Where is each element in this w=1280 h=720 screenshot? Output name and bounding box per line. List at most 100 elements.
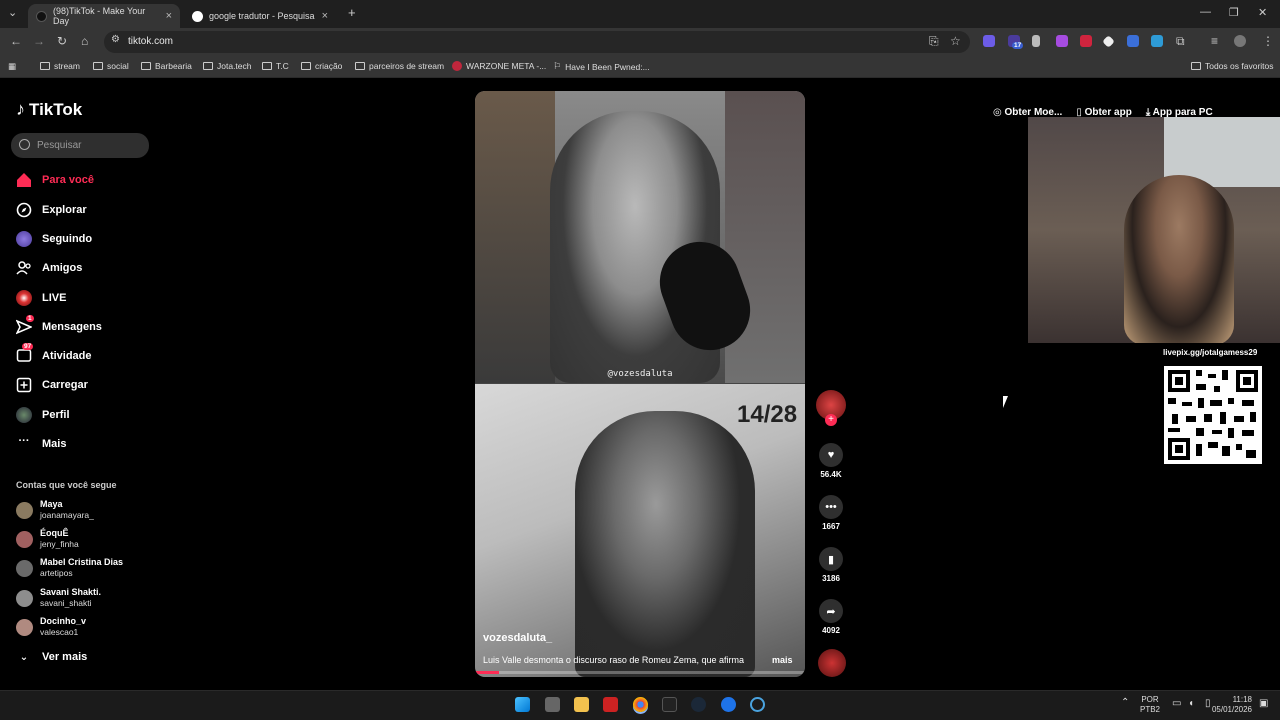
tiktok-logo[interactable]: ♪ TikTok [16,99,82,120]
author-avatar-button[interactable]: + [816,390,846,426]
minimize-icon[interactable]: — [1200,6,1211,18]
video-author[interactable]: vozesdaluta_ [483,632,552,644]
network-icon[interactable]: ▭ [1172,699,1181,709]
see-more-button[interactable]: ⌄ Ver mais [16,647,87,667]
reload-icon[interactable]: ↻ [57,34,67,48]
translate-extension-icon[interactable] [1127,35,1139,47]
share-button[interactable]: ➦ 4092 [818,599,844,635]
extension-icon[interactable] [1080,35,1092,47]
pc-app-button[interactable]: ⤓ App para PC [1146,107,1213,118]
nav-amigos[interactable]: Amigos [16,258,82,278]
close-tab-icon[interactable]: × [166,10,172,22]
chrome-icon[interactable] [633,697,648,712]
bookmark-star-icon[interactable]: ☆ [950,34,961,48]
get-coins-button[interactable]: ◎ Obter Moe... [993,107,1062,118]
apps-grid-icon[interactable]: ▦ [8,61,16,72]
site-info-icon[interactable]: ⚙ [111,34,120,45]
profile-avatar-icon[interactable] [1234,35,1246,47]
install-app-icon[interactable]: ⎘ [929,34,939,49]
friends-icon [16,260,32,276]
nav-mensagens[interactable]: 1 Mensagens [15,315,102,337]
extension-icon[interactable] [1151,35,1163,47]
tab-tiktok[interactable]: (98)TikTok - Make Your Day × [28,4,180,28]
nav-perfil[interactable]: Perfil [16,405,70,425]
nav-para-voce[interactable]: Para você [16,170,94,190]
nav-seguindo[interactable]: Seguindo [16,229,92,249]
start-button-icon[interactable] [515,697,530,712]
bookmark-folder[interactable]: T.C [262,61,289,71]
nav-atividade[interactable]: 97 Atividade [16,343,92,366]
reading-list-icon[interactable]: ≡ [1211,34,1218,48]
avatar [16,530,33,548]
folder-icon [1191,62,1201,70]
get-app-button[interactable]: ▯ Obter app [1076,107,1132,118]
bookmark-folder[interactable]: parceiros de stream [355,61,444,71]
background-person [475,91,555,383]
nav-carregar[interactable]: Carregar [16,375,88,395]
following-account[interactable]: Docinho_v valescao1 [16,614,86,640]
following-account[interactable]: ÉoquÊ jeny_finha [16,526,79,552]
comment-button[interactable]: ••• 1667 [818,495,844,531]
folder-icon [93,62,103,70]
more-link[interactable]: mais [772,655,793,665]
file-explorer-icon[interactable] [574,697,589,712]
bookmark-folder[interactable]: Barbearia [141,61,192,71]
menu-kebab-icon[interactable]: ⋮ [1262,34,1274,48]
steam-icon[interactable] [691,697,706,712]
following-account[interactable]: Maya joanamayara_ [16,497,94,523]
extensions-puzzle-icon[interactable]: ⧉ [1176,34,1185,49]
messages-badge: 1 [26,315,34,322]
app-icon[interactable] [603,697,618,712]
notifications-icon[interactable]: ▣ [1259,699,1268,709]
video-progress-track[interactable] [475,671,805,674]
speaker-figure [575,411,755,677]
home-icon [16,172,32,188]
tab-search-icon[interactable]: ⌄ [8,6,17,19]
hibp-icon: ⚐ [553,61,562,71]
sound-disc[interactable] [818,649,846,677]
nav-live[interactable]: LIVE [16,288,66,308]
close-tab-icon[interactable]: × [322,10,328,22]
more-icon: ··· [18,435,30,447]
bookmark-folder[interactable]: Jota.tech [203,61,252,71]
bookmark-folder[interactable]: stream [40,61,80,71]
bookmark-icon: ▮ [819,547,843,571]
battlenet-icon[interactable] [721,697,736,712]
back-icon[interactable]: ← [10,34,22,48]
save-button[interactable]: ▮ 3186 [818,547,844,583]
following-account[interactable]: Savani Shakti. savani_shakti [16,585,101,611]
avatar [16,589,33,607]
folder-icon [203,62,213,70]
follow-plus-icon[interactable]: + [825,414,837,426]
bookmark-link[interactable]: WARZONE META -... [452,61,546,71]
clock[interactable]: 11:18 05/01/2026 [1208,695,1252,715]
epic-games-icon[interactable] [662,697,677,712]
task-view-icon[interactable] [545,697,560,712]
bookmark-folder[interactable]: social [93,61,129,71]
restore-icon[interactable]: ❐ [1229,6,1239,19]
new-tab-icon[interactable]: + [348,5,356,20]
extension-icon[interactable] [1056,35,1068,47]
like-button[interactable]: ♥ 56.4K [818,443,844,479]
close-window-icon[interactable]: ✕ [1258,6,1267,19]
omnibox[interactable] [104,31,970,53]
home-browser-icon[interactable]: ⌂ [81,34,88,48]
app-icon[interactable] [750,697,765,712]
video-player[interactable]: @vozesdaluta 14/28 [475,91,805,677]
tab-google[interactable]: google tradutor - Pesquisa Goo × [184,4,336,28]
pen-extension-icon[interactable] [1032,35,1040,47]
nav-mais[interactable]: ··· Mais [16,434,67,454]
language-indicator[interactable]: POR PTB2 [1140,695,1160,715]
tray-chevron-icon[interactable]: ⌃ [1121,698,1129,708]
bookmark-folder[interactable]: criação [301,61,342,71]
heart-icon: ♥ [819,443,843,467]
avatar [16,618,33,636]
extension-badge: 17 [1012,42,1024,49]
forward-icon[interactable]: → [33,34,45,48]
following-account[interactable]: Mabel Cristina Dias artetipos [16,555,123,581]
extension-icon[interactable] [983,35,995,47]
all-favorites[interactable]: Todos os favoritos [1191,61,1274,71]
volume-icon[interactable]: ◖ [1188,699,1194,709]
nav-explorar[interactable]: Explorar [16,200,87,220]
bookmark-link[interactable]: ⚐ Have I Been Pwned:... [553,61,650,72]
